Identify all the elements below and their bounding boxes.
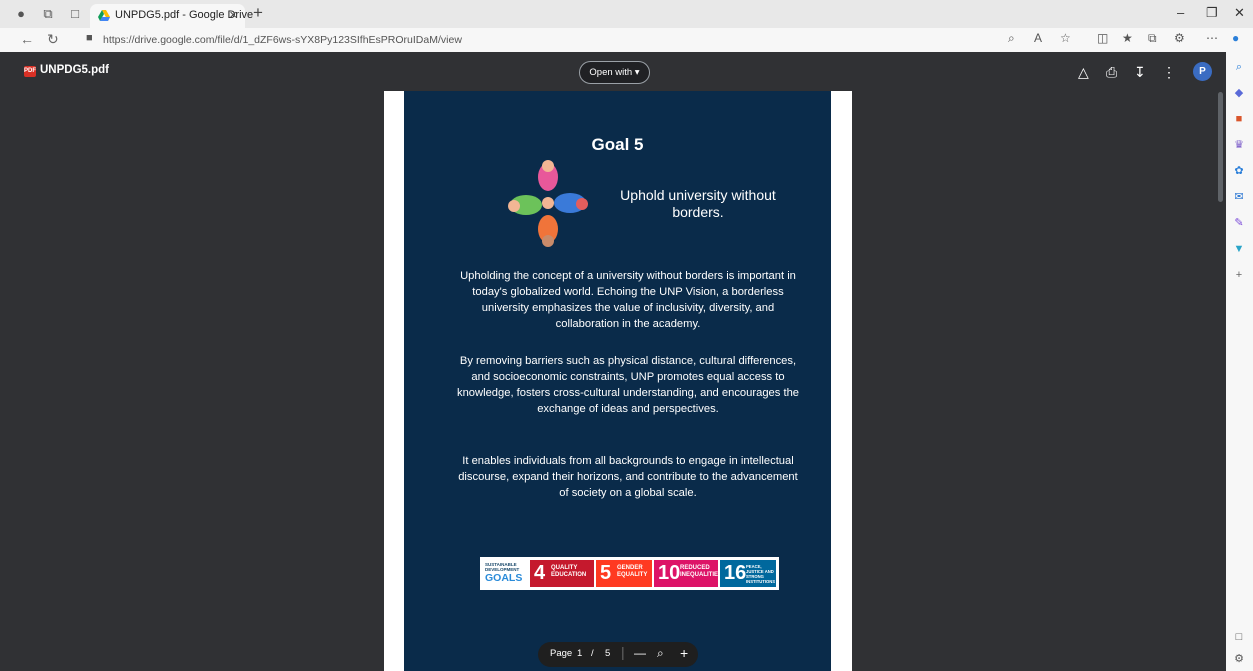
paragraph-3: It enables individuals from all backgrou…	[458, 455, 798, 499]
open-with-label: Open with	[589, 67, 633, 78]
sdg-goal-label: REDUCED INEQUALITIES	[680, 565, 723, 578]
add-to-drive-icon[interactable]: △	[1078, 64, 1089, 81]
tab-bar: ● ⧉ □ UNPDG5.pdf - Google Drive × + – ❐ …	[0, 0, 1253, 28]
sdg-goal-number: 4	[534, 562, 546, 584]
lock-icon[interactable]: ■	[86, 32, 93, 44]
page-total: 5	[605, 648, 611, 659]
favorites-list-icon[interactable]: ★	[1122, 31, 1133, 45]
sdg-logo: SUSTAINABLE DEVELOPMENT GOALS	[483, 560, 527, 587]
zoom-icon[interactable]: ⌕	[1008, 31, 1015, 46]
more-icon[interactable]: ⋯	[1206, 31, 1218, 45]
goal-title: Goal 5	[591, 135, 644, 154]
collections-bar-icon[interactable]: ⧉	[1148, 31, 1157, 46]
drive-icon	[98, 10, 110, 21]
zoom-in-icon[interactable]: +	[680, 645, 688, 661]
add-sidebar-app-icon[interactable]: +	[1232, 268, 1246, 282]
restore-icon[interactable]: ❐	[1206, 5, 1218, 21]
zoom-out-icon[interactable]: —	[634, 646, 646, 660]
sdg-goal-4: 4 QUALITY EDUCATION	[530, 560, 594, 587]
pdf-page: Goal 5 Uphold university without borders…	[384, 91, 852, 671]
read-aloud-icon[interactable]: A	[1034, 31, 1042, 45]
minimize-icon[interactable]: –	[1177, 5, 1184, 20]
hide-sidebar-icon[interactable]: □	[1232, 630, 1246, 644]
url-text: https://drive.google.com/file/d/1_dZF6ws…	[103, 34, 462, 46]
collections-icon[interactable]: ⧉	[40, 6, 56, 22]
url-field[interactable]: ■ https://drive.google.com/file/d/1_dZF6…	[76, 30, 1076, 50]
sidebar-settings-icon[interactable]: ⚙	[1232, 652, 1246, 666]
page-current[interactable]: 1	[577, 648, 582, 659]
print-icon[interactable]: ⎙	[1106, 64, 1117, 81]
copilot-icon[interactable]: ●	[1232, 31, 1239, 45]
games-icon[interactable]: ♛	[1232, 138, 1246, 152]
edge-sidebar: ⌕ ◆ ■ ♛ ✿ ✉ ✎ ▼ + □ ⚙	[1226, 52, 1253, 671]
sdg-goal-number: 5	[600, 562, 612, 584]
profile-icon[interactable]: ●	[13, 6, 29, 22]
download-icon[interactable]: ↧	[1134, 64, 1146, 81]
zoom-fit-icon[interactable]: ⌕	[657, 646, 664, 661]
page-label: Page	[550, 648, 573, 659]
scrollbar[interactable]	[1218, 92, 1223, 202]
sdg-goal-label: QUALITY EDUCATION	[551, 565, 587, 578]
browser-tab[interactable]: UNPDG5.pdf - Google Drive ×	[90, 4, 253, 28]
close-tab-icon[interactable]: ×	[229, 7, 237, 22]
split-screen-icon[interactable]: ◫	[1097, 31, 1108, 45]
tools-icon[interactable]: ■	[1232, 112, 1246, 126]
sdg-goal-label: GENDER EQUALITY	[617, 565, 648, 578]
close-window-icon[interactable]: ✕	[1234, 5, 1245, 21]
subtitle: Uphold university without borders.	[620, 187, 776, 220]
sdg-goal-number: 16	[724, 562, 747, 584]
favorite-icon[interactable]: ☆	[1060, 31, 1071, 45]
shopping-icon[interactable]: ◆	[1232, 86, 1246, 100]
file-name: UNPDG5.pdf	[40, 64, 109, 76]
search-icon[interactable]: ⌕	[1232, 60, 1246, 74]
drive-pdf-viewer: PDF UNPDG5.pdf Open with ▾ △ ⎙ ↧ ⋮ P Goa…	[0, 52, 1226, 671]
extensions-icon[interactable]: ⚙	[1174, 31, 1185, 45]
drop-icon[interactable]: ▼	[1232, 242, 1246, 256]
sdg-goal-5: 5 GENDER EQUALITY	[596, 560, 652, 587]
page-content: Goal 5 Uphold university without borders…	[404, 91, 831, 671]
page-separator: /	[591, 648, 594, 659]
sdg-goal-label: PEACE, JUSTICE AND STRONG INSTITUTIONS	[746, 564, 776, 584]
sdg-goal-16: 16 PEACE, JUSTICE AND STRONG INSTITUTION…	[720, 560, 776, 587]
open-with-button[interactable]: Open with ▾	[579, 61, 650, 84]
pdf-file-icon: PDF	[24, 66, 36, 77]
paragraph-2: By removing barriers such as physical di…	[456, 355, 800, 415]
outlook-icon[interactable]: ✉	[1232, 190, 1246, 204]
sdg-banner: SUSTAINABLE DEVELOPMENT GOALS 4 QUALITY …	[480, 557, 779, 590]
kebab-menu-icon[interactable]: ⋮	[1162, 64, 1176, 81]
illustration-people	[508, 160, 588, 247]
back-icon[interactable]: ←	[20, 31, 34, 47]
sdg-goal-10: 10 REDUCED INEQUALITIES	[654, 560, 723, 587]
tab-actions-icon[interactable]: □	[67, 6, 83, 22]
refresh-icon[interactable]: ↻	[47, 31, 59, 48]
sdg-brand-line2: GOALS	[485, 572, 523, 584]
new-tab-icon[interactable]: +	[253, 3, 263, 23]
paragraph-1: Upholding the concept of a university wi…	[460, 270, 796, 330]
toolbar-divider: |	[621, 644, 625, 660]
sdg-brand-line1: SUSTAINABLE DEVELOPMENT	[485, 562, 520, 572]
sdg-goal-number: 10	[658, 562, 681, 584]
avatar[interactable]: P	[1193, 62, 1212, 81]
page-toolbar: Page 1 / 5 | — ⌕ +	[538, 642, 698, 667]
designer-icon[interactable]: ✎	[1232, 216, 1246, 230]
office-icon[interactable]: ✿	[1232, 164, 1246, 178]
